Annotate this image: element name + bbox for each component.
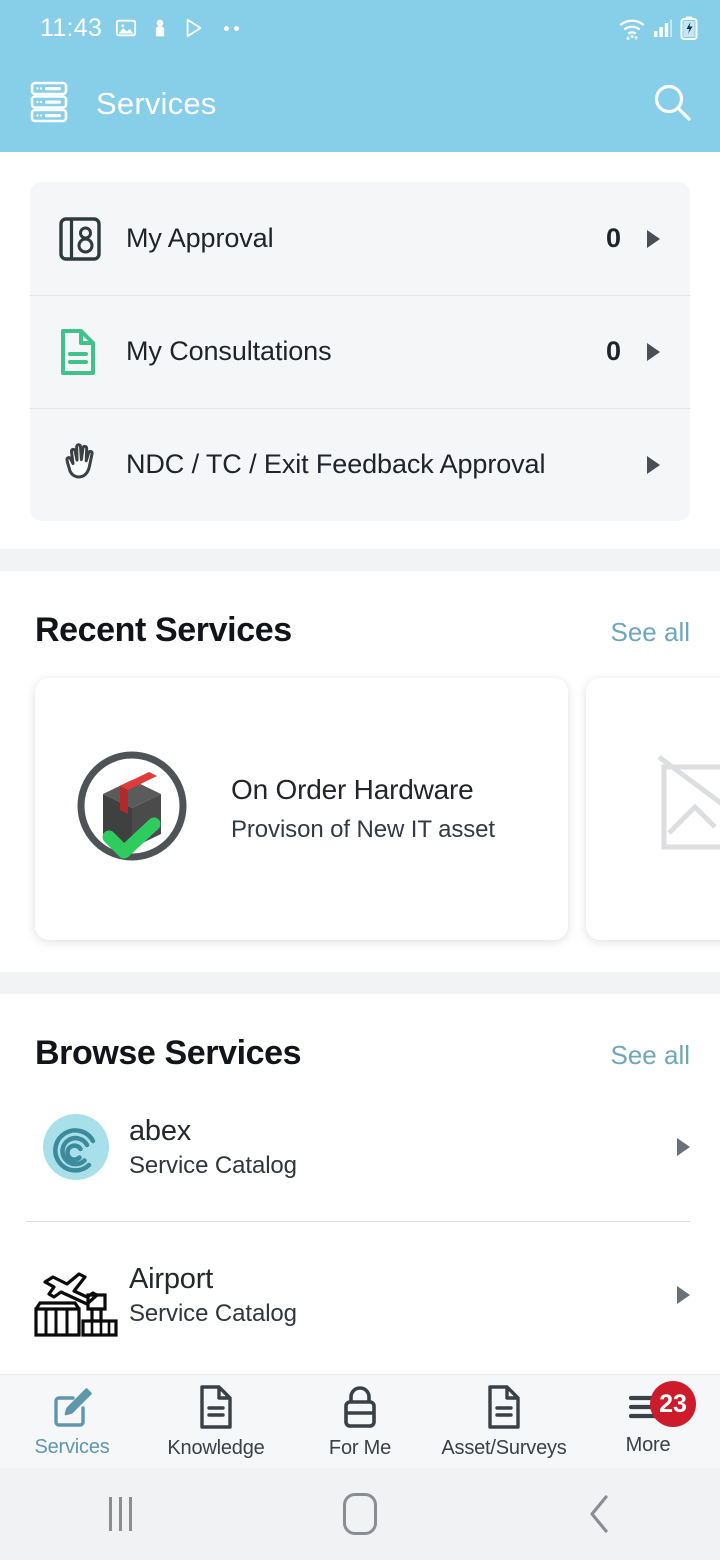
recent-service-subtitle: Provison of New IT asset: [231, 816, 495, 843]
quick-links-card: My Approval 0 My Consultations 0 NDC / T…: [30, 182, 690, 521]
section-divider-band: [0, 972, 720, 994]
status-bar-right: [618, 16, 698, 40]
status-bar: 11:43: [0, 0, 720, 56]
browse-item-title: Airport: [129, 1262, 214, 1295]
abex-swirl-icon: [28, 1109, 124, 1185]
home-icon: [343, 1493, 377, 1535]
broken-image-placeholder-icon: [651, 747, 720, 872]
quick-link-label: My Approval: [126, 223, 274, 253]
recent-service-texts: On Order Hardware Provison of New IT ass…: [231, 774, 495, 844]
browse-services-title: Browse Services: [35, 1034, 302, 1072]
cellular-signal-icon: [654, 19, 672, 37]
more-badge-count: 23: [650, 1381, 696, 1427]
quick-links-section: My Approval 0 My Consultations 0 NDC / T…: [0, 152, 720, 521]
recent-services-see-all[interactable]: See all: [611, 617, 691, 648]
person-pin-icon: [156, 19, 165, 37]
quick-link-my-approval[interactable]: My Approval 0: [30, 182, 690, 295]
recents-icon: [108, 1497, 132, 1531]
pencil-square-icon: [54, 1387, 92, 1427]
recent-service-card[interactable]: [586, 678, 720, 940]
app-root: 11:43 Services My Approval 0 My Consulta…: [0, 0, 720, 1560]
browse-item-title: abex: [129, 1114, 192, 1147]
nav-item-for-me[interactable]: For Me: [288, 1375, 432, 1468]
status-bar-left: 11:43: [40, 13, 240, 43]
chevron-right-icon: [677, 1138, 690, 1156]
document-icon: [58, 327, 116, 377]
chevron-right-icon: [677, 1286, 690, 1304]
nav-item-label: For Me: [328, 1436, 392, 1459]
quick-link-label: My Consultations: [126, 336, 332, 366]
nav-item-knowledge[interactable]: Knowledge: [144, 1375, 288, 1468]
system-navigation-bar: [0, 1468, 720, 1560]
bottom-navigation: Services Knowledge For Me Asset/Surveys …: [0, 1374, 720, 1468]
chevron-right-icon: [647, 229, 660, 248]
browse-services-header: Browse Services See all: [0, 994, 720, 1073]
browse-services-see-all[interactable]: See all: [611, 1040, 691, 1071]
recent-services-title: Recent Services: [35, 611, 292, 649]
browse-item-abex[interactable]: abex Service Catalog: [28, 1073, 690, 1221]
recents-button[interactable]: [30, 1468, 210, 1560]
recent-service-title: On Order Hardware: [231, 774, 474, 805]
nav-item-label: Services: [34, 1435, 110, 1458]
search-icon[interactable]: [650, 80, 694, 129]
recent-services-header: Recent Services See all: [0, 571, 720, 650]
image-icon: [116, 19, 137, 37]
nav-item-more[interactable]: 23 More: [576, 1375, 720, 1468]
document-icon: [488, 1384, 520, 1429]
lock-icon: [344, 1385, 376, 1428]
nav-item-label: Knowledge: [167, 1436, 265, 1459]
quick-link-count: 0: [605, 223, 621, 253]
browse-item-subtitle: Service Catalog: [129, 1299, 297, 1327]
page-title: Services: [96, 86, 217, 121]
home-button[interactable]: [270, 1468, 450, 1560]
spacer: [0, 521, 720, 549]
browse-item-subtitle: Service Catalog: [129, 1151, 297, 1179]
section-divider-band: [0, 549, 720, 571]
app-bar: Services: [0, 56, 720, 152]
play-store-icon: [186, 18, 202, 38]
battery-charging-icon: [680, 16, 698, 40]
nav-item-services[interactable]: Services: [0, 1375, 144, 1468]
browse-item-texts: abex Service Catalog: [129, 1115, 677, 1180]
browse-item-texts: Airport Service Catalog: [129, 1263, 677, 1328]
package-box-approved-icon: [63, 738, 201, 881]
chevron-right-icon: [647, 342, 660, 361]
quick-link-count: 0: [605, 336, 621, 366]
nav-item-asset-surveys[interactable]: Asset/Surveys: [432, 1375, 576, 1468]
browse-item-airport[interactable]: Airport Service Catalog: [26, 1221, 690, 1369]
quick-link-ndc-tc-exit-feedback[interactable]: NDC / TC / Exit Feedback Approval: [30, 408, 690, 521]
status-bar-clock: 11:43: [40, 13, 103, 42]
nav-item-label: More: [625, 1433, 671, 1456]
contact-book-icon: [58, 215, 116, 263]
nav-item-label: Asset/Surveys: [441, 1436, 567, 1459]
back-icon: [590, 1495, 608, 1533]
wifi-icon: [619, 19, 645, 40]
quick-link-label: NDC / TC / Exit Feedback Approval: [126, 449, 546, 479]
chevron-right-icon: [647, 455, 660, 474]
document-icon: [200, 1384, 232, 1429]
more-dots-icon: [224, 25, 240, 31]
quick-link-my-consultations[interactable]: My Consultations 0: [30, 295, 690, 408]
airport-terminal-icon: [28, 1252, 124, 1338]
recent-service-card[interactable]: On Order Hardware Provison of New IT ass…: [35, 678, 568, 940]
back-button[interactable]: [510, 1468, 690, 1560]
browse-services-list: abex Service Catalog Airport Service Cat…: [0, 1073, 720, 1369]
server-stack-icon[interactable]: [28, 80, 70, 129]
recent-services-carousel[interactable]: On Order Hardware Provison of New IT ass…: [0, 650, 720, 972]
hand-icon: [58, 440, 116, 490]
